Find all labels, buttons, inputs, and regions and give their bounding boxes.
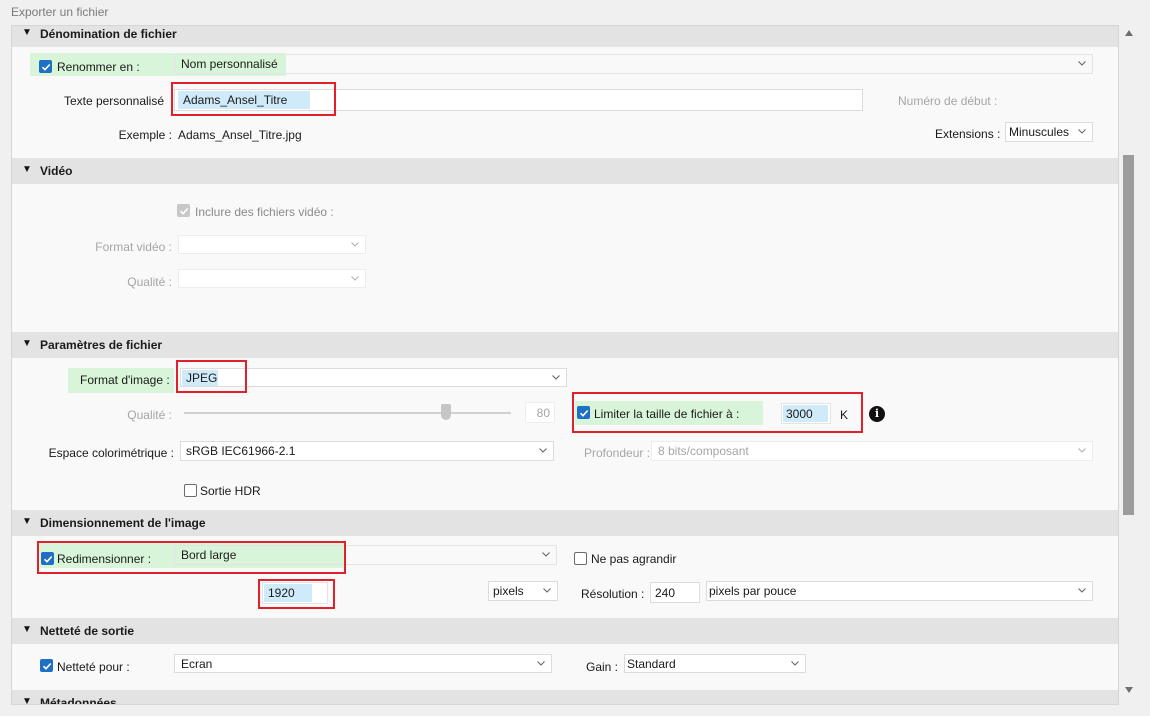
- section-header-output-sharpening[interactable]: ▼ Netteté de sortie: [12, 618, 1118, 644]
- gain-label: Gain :: [586, 660, 619, 674]
- video-format-label: Format vidéo :: [95, 240, 172, 254]
- chevron-down-icon: [790, 657, 800, 667]
- section-header-naming[interactable]: ▼ Dénomination de fichier: [12, 26, 1118, 47]
- include-video-checkbox[interactable]: [177, 204, 190, 217]
- video-quality-select[interactable]: [178, 269, 366, 288]
- example-value: Adams_Ansel_Titre.jpg: [178, 128, 302, 142]
- extensions-select[interactable]: Minuscules: [1005, 122, 1093, 142]
- highlight-box-resize: [37, 541, 346, 574]
- colorspace-label: Espace colorimétrique :: [48, 446, 174, 460]
- example-label: Exemple :: [118, 128, 172, 142]
- chevron-down-icon: [1077, 57, 1087, 67]
- custom-text-label: Texte personnalisé: [63, 94, 164, 108]
- scroll-down-arrow-icon[interactable]: [1125, 687, 1133, 693]
- format-label: Format d'image :: [80, 373, 170, 387]
- collapse-triangle-icon: ▼: [22, 624, 32, 635]
- extensions-label: Extensions :: [935, 127, 1001, 141]
- collapse-triangle-icon: ▼: [22, 516, 32, 527]
- rename-select[interactable]: Nom personnalisé: [174, 54, 1093, 74]
- collapse-triangle-icon: ▼: [22, 27, 32, 38]
- hdr-output-label: Sortie HDR: [200, 484, 261, 498]
- video-format-select[interactable]: [178, 235, 366, 254]
- rename-label: Renommer en :: [57, 60, 140, 74]
- chevron-down-icon: [350, 272, 360, 282]
- chevron-down-icon: [551, 371, 561, 381]
- chevron-down-icon: [541, 548, 551, 558]
- start-number-label: Numéro de début :: [898, 94, 998, 108]
- include-video-label: Inclure des fichiers vidéo :: [195, 205, 334, 219]
- export-settings-panel: ▼ Dénomination de fichier Renommer en : …: [11, 25, 1119, 705]
- quality-slider-handle[interactable]: [440, 404, 451, 420]
- collapse-triangle-icon: ▼: [22, 696, 32, 705]
- chevron-down-icon: [350, 238, 360, 248]
- chevron-down-icon: [536, 657, 546, 667]
- window-title: Exporter un fichier: [11, 5, 109, 19]
- depth-label: Profondeur :: [584, 446, 651, 460]
- size-unit-select[interactable]: pixels: [488, 581, 558, 601]
- no-enlarge-checkbox[interactable]: [574, 552, 587, 565]
- resolution-label: Résolution :: [581, 587, 645, 601]
- depth-select[interactable]: 8 bits/composant: [651, 441, 1093, 461]
- section-header-image-sizing[interactable]: ▼ Dimensionnement de l'image: [12, 510, 1118, 536]
- rename-checkbox[interactable]: [39, 60, 52, 73]
- chevron-down-icon: [1077, 444, 1087, 454]
- sharpen-select[interactable]: Ecran: [174, 654, 552, 673]
- section-header-metadata[interactable]: ▼ Métadonnées: [12, 690, 1118, 705]
- highlight-box-size: [258, 579, 335, 609]
- chevron-down-icon: [538, 444, 548, 454]
- vertical-scrollbar[interactable]: [1121, 25, 1137, 705]
- hdr-output-checkbox[interactable]: [184, 484, 197, 497]
- quality-label: Qualité :: [127, 408, 172, 422]
- info-icon[interactable]: i: [869, 406, 885, 422]
- gain-select[interactable]: Standard: [624, 654, 806, 673]
- section-header-file-settings[interactable]: ▼ Paramètres de fichier: [12, 332, 1118, 358]
- resolution-input[interactable]: 240: [650, 582, 700, 603]
- section-header-video[interactable]: ▼ Vidéo: [12, 158, 1118, 184]
- no-enlarge-label: Ne pas agrandir: [591, 552, 677, 566]
- scroll-up-arrow-icon[interactable]: [1125, 30, 1133, 36]
- sharpen-label: Netteté pour :: [57, 660, 130, 674]
- quality-value-field[interactable]: 80: [525, 402, 555, 423]
- chevron-down-icon: [542, 584, 552, 594]
- resolution-unit-select[interactable]: pixels par pouce: [706, 581, 1093, 601]
- highlight-box-limit-size: [572, 392, 863, 433]
- collapse-triangle-icon: ▼: [22, 164, 32, 175]
- chevron-down-icon: [1077, 125, 1087, 135]
- collapse-triangle-icon: ▼: [22, 338, 32, 349]
- highlight-box-format: [176, 360, 247, 393]
- colorspace-select[interactable]: sRGB IEC61966-2.1: [180, 441, 554, 461]
- video-quality-label: Qualité :: [127, 275, 172, 289]
- chevron-down-icon: [1077, 584, 1087, 594]
- scrollbar-thumb[interactable]: [1123, 155, 1134, 515]
- sharpen-checkbox[interactable]: [40, 659, 53, 672]
- quality-slider-track[interactable]: [184, 412, 511, 414]
- highlight-box-custom-text: [171, 82, 336, 116]
